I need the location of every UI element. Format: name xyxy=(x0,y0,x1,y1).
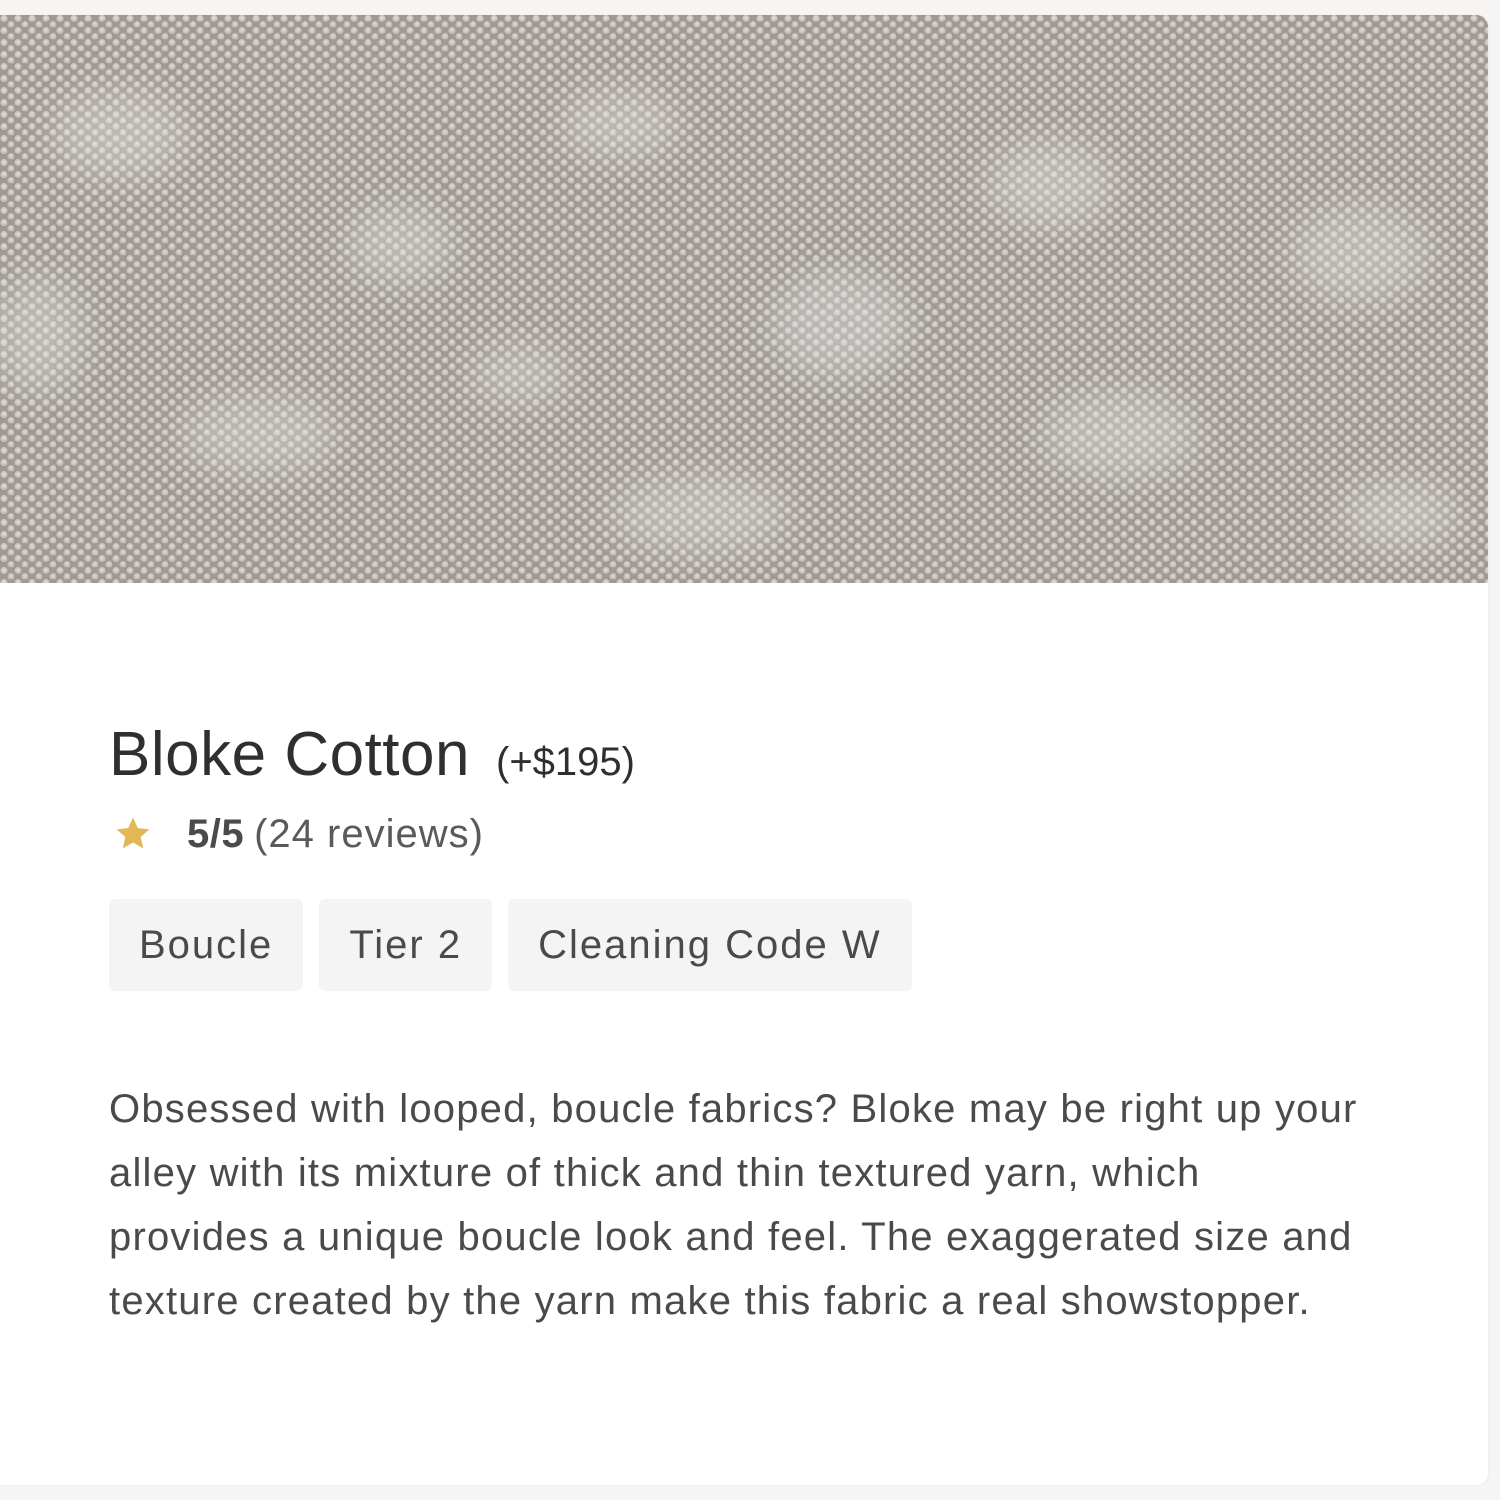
title-row: Bloke Cotton (+$195) xyxy=(109,715,1389,795)
review-count: (24 reviews) xyxy=(254,811,484,856)
fabric-swatch-image xyxy=(0,15,1488,583)
tag-cleaning-code: Cleaning Code W xyxy=(508,899,912,991)
fabric-tags: Boucle Tier 2 Cleaning Code W xyxy=(109,899,1389,991)
fabric-details: Bloke Cotton (+$195) 5/5 (24 reviews) Bo… xyxy=(109,715,1389,1373)
page: Bloke Cotton (+$195) 5/5 (24 reviews) Bo… xyxy=(0,0,1500,1500)
fabric-card: Bloke Cotton (+$195) 5/5 (24 reviews) Bo… xyxy=(0,15,1488,1485)
fabric-description: Obsessed with looped, boucle fabrics? Bl… xyxy=(109,1087,1358,1323)
star-icon xyxy=(116,817,150,849)
rating-score: 5/5 xyxy=(187,811,245,856)
tag-boucle: Boucle xyxy=(109,899,304,991)
rating-row: 5/5 (24 reviews) xyxy=(109,809,1389,859)
tag-tier: Tier 2 xyxy=(319,899,493,991)
fabric-name: Bloke Cotton xyxy=(109,720,470,789)
price-delta: (+$195) xyxy=(496,740,635,784)
